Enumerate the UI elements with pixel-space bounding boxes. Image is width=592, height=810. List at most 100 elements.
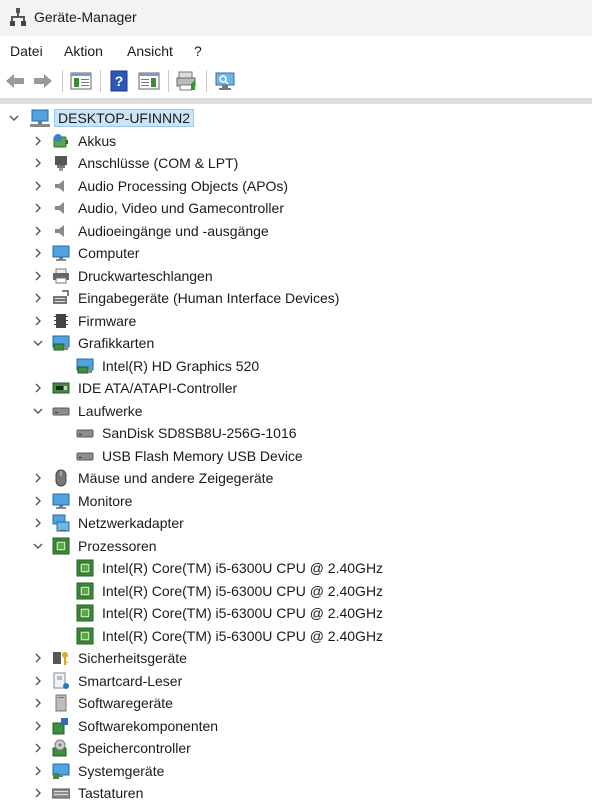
printer-icon (52, 267, 70, 285)
tree-category-item[interactable]: Speichercontroller (0, 737, 592, 759)
monitor-icon (52, 492, 70, 510)
tree-item-label: Smartcard-Leser (78, 673, 183, 689)
chevron-right-icon[interactable] (30, 470, 46, 486)
menu-bar: Datei Aktion Ansicht ? (0, 36, 592, 64)
tree-category-item[interactable]: Grafikkarten (0, 332, 592, 354)
tree-category-item[interactable]: Netzwerkadapter (0, 512, 592, 534)
chevron-right-icon[interactable] (30, 268, 46, 284)
tree-root-computer[interactable]: DESKTOP-UFINNN2 (0, 107, 592, 129)
chevron-right-icon[interactable] (30, 313, 46, 329)
show-hide-console-tree-icon[interactable] (70, 70, 92, 92)
window-title: Geräte-Manager (34, 9, 137, 25)
chevron-right-icon[interactable] (30, 380, 46, 396)
ide-icon (52, 379, 70, 397)
tree-device-item[interactable]: Intel(R) Core(TM) i5-6300U CPU @ 2.40GHz (0, 557, 592, 579)
speaker-icon (52, 199, 70, 217)
properties-pane-icon[interactable] (138, 70, 160, 92)
display-adapter-icon (52, 334, 70, 352)
chevron-right-icon[interactable] (30, 763, 46, 779)
drive-icon (76, 424, 94, 442)
tree-item-label: Firmware (78, 313, 137, 329)
tree-device-item[interactable]: Intel(R) HD Graphics 520 (0, 355, 592, 377)
cpu-icon (76, 604, 94, 622)
tree-category-item[interactable]: Druckwarteschlangen (0, 265, 592, 287)
tree-device-item[interactable]: Intel(R) Core(TM) i5-6300U CPU @ 2.40GHz (0, 625, 592, 647)
tree-device-item[interactable]: Intel(R) Core(TM) i5-6300U CPU @ 2.40GHz (0, 602, 592, 624)
tree-item-label: Softwarekomponenten (78, 718, 219, 734)
tree-category-item[interactable]: Sicherheitsgeräte (0, 647, 592, 669)
tree-category-item[interactable]: IDE ATA/ATAPI-Controller (0, 377, 592, 399)
tree-category-item[interactable]: Audio, Video und Gamecontroller (0, 197, 592, 219)
chevron-down-icon[interactable] (6, 110, 22, 126)
tree-category-item[interactable]: Softwarekomponenten (0, 715, 592, 737)
tree-device-item[interactable]: SanDisk SD8SB8U-256G-1016 (0, 422, 592, 444)
chevron-right-icon[interactable] (30, 290, 46, 306)
menu-help[interactable]: ? (194, 43, 202, 59)
tree-category-item[interactable]: Smartcard-Leser (0, 670, 592, 692)
chevron-right-icon[interactable] (30, 785, 46, 801)
tree-device-item[interactable]: Intel(R) Core(TM) i5-6300U CPU @ 2.40GHz (0, 580, 592, 602)
tree-top-border (0, 98, 592, 104)
chevron-right-icon[interactable] (30, 493, 46, 509)
tree-item-label: Netzwerkadapter (78, 515, 184, 531)
tree-category-item[interactable]: Softwaregeräte (0, 692, 592, 714)
help-icon[interactable]: ? (108, 70, 130, 92)
tree-category-item[interactable]: Anschlüsse (COM & LPT) (0, 152, 592, 174)
tree-device-item[interactable]: USB Flash Memory USB Device (0, 445, 592, 467)
update-driver-icon[interactable] (176, 70, 198, 92)
tree-category-item[interactable]: Mäuse und andere Zeigegeräte (0, 467, 592, 489)
tree-category-item[interactable]: Eingabegeräte (Human Interface Devices) (0, 287, 592, 309)
chevron-down-icon[interactable] (30, 538, 46, 554)
cpu-icon (76, 559, 94, 577)
drive-icon (76, 447, 94, 465)
tree-category-item[interactable]: Prozessoren (0, 535, 592, 557)
chevron-right-icon[interactable] (30, 200, 46, 216)
toolbar-separator (206, 70, 207, 92)
tree-category-item[interactable]: Firmware (0, 310, 592, 332)
tree-category-item[interactable]: Audio Processing Objects (APOs) (0, 175, 592, 197)
back-arrow-icon[interactable] (4, 70, 26, 92)
tree-item-label: Akkus (78, 133, 117, 149)
tree-category-item[interactable]: Monitore (0, 490, 592, 512)
tree-item-label: Sicherheitsgeräte (78, 650, 187, 666)
forward-arrow-icon[interactable] (32, 70, 54, 92)
tree-category-item[interactable]: Laufwerke (0, 400, 592, 422)
chevron-right-icon[interactable] (30, 740, 46, 756)
chevron-right-icon[interactable] (30, 155, 46, 171)
chevron-right-icon[interactable] (30, 133, 46, 149)
menu-datei[interactable]: Datei (10, 43, 43, 59)
chevron-right-icon[interactable] (30, 695, 46, 711)
tree-item-label: Computer (78, 245, 140, 261)
scan-hardware-icon[interactable] (214, 70, 236, 92)
tree-category-item[interactable]: Computer (0, 242, 592, 264)
chevron-right-icon[interactable] (30, 673, 46, 689)
chevron-down-icon[interactable] (30, 403, 46, 419)
tree-category-item[interactable]: Systemgeräte (0, 760, 592, 782)
menu-ansicht[interactable]: Ansicht (127, 43, 173, 59)
chevron-right-icon[interactable] (30, 223, 46, 239)
tree-category-item[interactable]: Audioeingänge und -ausgänge (0, 220, 592, 242)
chevron-right-icon[interactable] (30, 650, 46, 666)
software-device-icon (52, 694, 70, 712)
menu-aktion[interactable]: Aktion (64, 43, 103, 59)
title-bar: Geräte-Manager (0, 0, 592, 36)
mouse-icon (52, 469, 70, 487)
tree-category-item[interactable]: Tastaturen (0, 782, 592, 804)
chevron-down-icon[interactable] (30, 335, 46, 351)
chevron-right-icon[interactable] (30, 718, 46, 734)
tree-item-label: Mäuse und andere Zeigegeräte (78, 470, 274, 486)
chevron-right-icon[interactable] (30, 178, 46, 194)
tree-item-label: Anschlüsse (COM & LPT) (78, 155, 239, 171)
tree-item-label: Intel(R) Core(TM) i5-6300U CPU @ 2.40GHz (102, 583, 384, 599)
tree-item-label: Softwaregeräte (78, 695, 173, 711)
toolbar-separator (168, 70, 169, 92)
monitor-icon (52, 244, 70, 262)
smartcard-icon (52, 672, 70, 690)
tree-category-item[interactable]: Akkus (0, 130, 592, 152)
tree-item-label: Monitore (78, 493, 133, 509)
cpu-icon (52, 537, 70, 555)
chevron-right-icon[interactable] (30, 245, 46, 261)
chevron-right-icon[interactable] (30, 515, 46, 531)
tree-item-label: Intel(R) Core(TM) i5-6300U CPU @ 2.40GHz (102, 560, 384, 576)
tree-item-label: Audioeingänge und -ausgänge (78, 223, 269, 239)
